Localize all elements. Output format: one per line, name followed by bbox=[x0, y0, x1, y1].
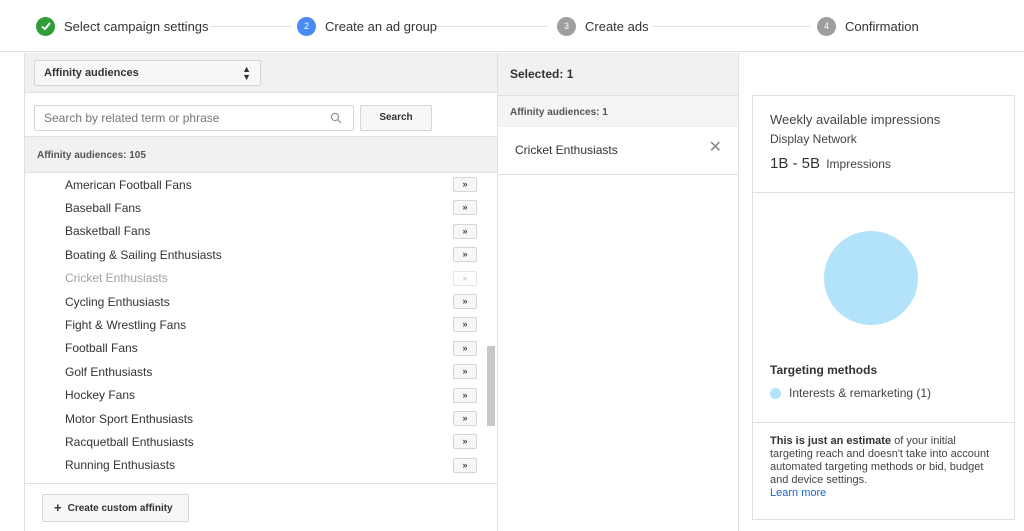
add-audience-button[interactable]: » bbox=[453, 434, 477, 450]
add-audience-button[interactable]: » bbox=[453, 387, 477, 403]
impressions-estimate-panel: Weekly available impressions Display Net… bbox=[752, 95, 1015, 520]
step-label: Confirmation bbox=[845, 18, 919, 34]
impressions-title: Weekly available impressions bbox=[770, 112, 941, 127]
selected-count-header: Selected: 1 bbox=[498, 53, 738, 96]
search-input[interactable] bbox=[34, 105, 354, 131]
list-item-label: Cricket Enthusiasts bbox=[65, 271, 168, 286]
add-audience-button[interactable]: » bbox=[453, 223, 477, 239]
list-item[interactable]: Hockey Fans » bbox=[25, 384, 497, 407]
list-item[interactable]: Cycling Enthusiasts » bbox=[25, 290, 497, 313]
list-item-label: Football Fans bbox=[65, 341, 138, 356]
step-number-badge: 3 bbox=[557, 16, 576, 36]
targeting-chart: Targeting methods Interests & remarketin… bbox=[753, 193, 1014, 423]
step-label: Select campaign settings bbox=[64, 18, 209, 34]
list-item[interactable]: Baseball Fans » bbox=[25, 196, 497, 219]
checkmark-icon bbox=[36, 16, 55, 36]
selected-item-label: Cricket Enthusiasts bbox=[515, 143, 618, 157]
step-create-ad-group[interactable]: 2 Create an ad group bbox=[297, 15, 437, 37]
list-item[interactable]: Motor Sport Enthusiasts » bbox=[25, 407, 497, 430]
list-item[interactable]: American Football Fans » bbox=[25, 173, 497, 196]
selected-audiences-panel: Selected: 1 Affinity audiences: 1 Cricke… bbox=[498, 53, 739, 531]
step-number-badge: 4 bbox=[817, 16, 836, 36]
audience-list: American Football Fans » Baseball Fans » B… bbox=[25, 173, 497, 481]
list-item[interactable]: Basketball Fans » bbox=[25, 220, 497, 243]
add-audience-button[interactable]: » bbox=[453, 247, 477, 263]
search-row: Search bbox=[25, 93, 497, 137]
plus-icon: + bbox=[54, 500, 62, 515]
step-confirmation[interactable]: 4 Confirmation bbox=[817, 15, 919, 37]
step-label: Create an ad group bbox=[325, 18, 438, 34]
legend-item: Interests & remarketing (1) bbox=[770, 386, 931, 400]
network-label: Display Network bbox=[770, 132, 857, 146]
create-custom-affinity-button[interactable]: + Create custom affinity bbox=[42, 494, 189, 522]
add-audience-button[interactable]: » bbox=[453, 457, 477, 473]
impressions-value: 1B - 5B Impressions bbox=[770, 155, 997, 172]
step-create-ads[interactable]: 3 Create ads bbox=[557, 15, 649, 37]
list-item-label: Golf Enthusiasts bbox=[65, 364, 153, 379]
list-item-label: Baseball Fans bbox=[65, 201, 142, 216]
step-divider bbox=[436, 26, 548, 27]
list-item-label: Motor Sport Enthusiasts bbox=[65, 411, 194, 426]
add-audience-button[interactable]: » bbox=[453, 364, 477, 380]
search-icon bbox=[330, 112, 342, 124]
impressions-range: 1B - 5B bbox=[770, 155, 821, 172]
progress-stepper: Select campaign settings 2 Create an ad … bbox=[0, 0, 1024, 52]
pie-chart-slice bbox=[824, 231, 918, 325]
legend-label: Interests & remarketing (1) bbox=[789, 386, 932, 400]
list-item-label: Racquetball Enthusiasts bbox=[65, 434, 194, 449]
list-item[interactable]: Fight & Wrestling Fans » bbox=[25, 313, 497, 336]
close-icon[interactable]: ✕ bbox=[709, 140, 722, 156]
add-audience-button[interactable]: » bbox=[453, 177, 477, 192]
audience-type-header: Affinity audiences ▲ ▼ bbox=[25, 53, 497, 93]
learn-more-link[interactable]: Learn more bbox=[770, 487, 826, 499]
estimate-bold-text: This is just an estimate bbox=[770, 435, 892, 447]
audience-browser-panel: Affinity audiences ▲▼ Search Affinity au… bbox=[24, 53, 498, 531]
legend-dot-icon bbox=[770, 387, 781, 399]
search-button[interactable]: Search bbox=[360, 105, 432, 131]
step-divider bbox=[210, 26, 292, 27]
add-audience-button[interactable]: » bbox=[453, 200, 477, 216]
list-item-label: Basketball Fans bbox=[65, 224, 151, 239]
list-item-label: Cycling Enthusiasts bbox=[65, 294, 170, 309]
impressions-summary: Weekly available impressions Display Net… bbox=[753, 96, 1014, 193]
sort-arrows-icon: ▲ ▼ bbox=[242, 64, 251, 82]
list-item[interactable]: Running Enthusiasts » bbox=[25, 454, 497, 477]
audience-type-dropdown[interactable]: Affinity audiences ▲ ▼ bbox=[34, 60, 261, 86]
impressions-unit: Impressions bbox=[826, 157, 891, 171]
step-number-badge: 2 bbox=[297, 16, 316, 36]
list-item-label: Running Enthusiasts bbox=[65, 458, 176, 473]
selected-group-label: Affinity audiences: 1 bbox=[498, 96, 738, 127]
add-audience-button[interactable]: » bbox=[453, 293, 477, 309]
left-footer: + Create custom affinity bbox=[25, 483, 497, 531]
add-audience-button[interactable]: » bbox=[453, 340, 477, 356]
list-item[interactable]: Boating & Sailing Enthusiasts » bbox=[25, 243, 497, 266]
list-item-label: Hockey Fans bbox=[65, 388, 136, 403]
estimate-note: This is just an estimate of your initial… bbox=[753, 423, 1014, 512]
step-label: Create ads bbox=[585, 18, 649, 34]
add-audience-button[interactable]: » bbox=[453, 410, 477, 426]
list-item[interactable]: Golf Enthusiasts » bbox=[25, 360, 497, 383]
targeting-methods-title: Targeting methods bbox=[770, 363, 878, 377]
step-divider bbox=[652, 26, 810, 27]
add-audience-button: » bbox=[453, 270, 477, 286]
list-item[interactable]: Football Fans » bbox=[25, 337, 497, 360]
audience-count-label: Affinity audiences: 105 bbox=[25, 137, 497, 173]
add-audience-button[interactable]: » bbox=[453, 317, 477, 333]
dropdown-value: Affinity audiences bbox=[44, 67, 139, 79]
step-select-campaign-settings[interactable]: Select campaign settings bbox=[36, 15, 209, 37]
list-item[interactable]: Racquetball Enthusiasts » bbox=[25, 430, 497, 453]
button-label: Create custom affinity bbox=[67, 502, 173, 514]
list-item-label: American Football Fans bbox=[65, 177, 192, 192]
list-item: Cricket Enthusiasts » bbox=[25, 267, 497, 290]
selected-item: Cricket Enthusiasts ✕ bbox=[498, 127, 738, 175]
list-item-label: Fight & Wrestling Fans bbox=[65, 318, 187, 333]
list-item-label: Boating & Sailing Enthusiasts bbox=[65, 247, 222, 262]
list-scrollbar[interactable] bbox=[487, 346, 495, 426]
